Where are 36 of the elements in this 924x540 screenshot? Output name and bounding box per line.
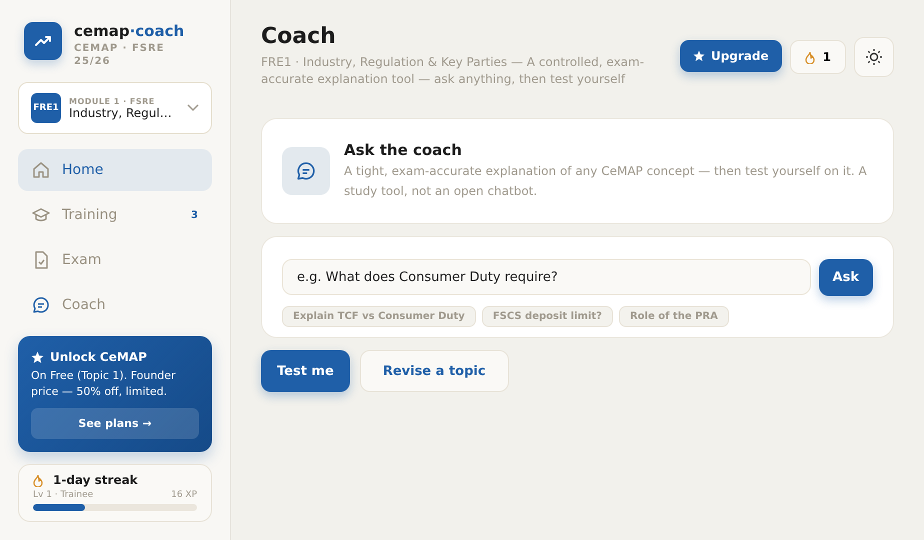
chevron-down-icon bbox=[187, 104, 199, 112]
module-value: Industry, Regul… bbox=[69, 106, 173, 120]
promo-text: On Free (Topic 1). Founder price — 50% off, limited. bbox=[31, 368, 177, 400]
star-icon bbox=[31, 350, 44, 364]
page-subtitle: FRE1 · Industry, Regulation & Key Parties — A controlled, exam-accurate explanation tool — ask anything, then test yourself bbox=[261, 54, 646, 88]
sun-icon bbox=[865, 48, 883, 66]
nav-item[interactable]: Training 3 bbox=[18, 194, 212, 236]
flame-icon bbox=[33, 474, 43, 486]
promo-title: Unlock CeMAP bbox=[50, 350, 147, 364]
intro-text: A tight, exam-accurate explanation of any CeMAP concept — then test yourself on it. A study tool, not an open chatbot. bbox=[344, 163, 868, 200]
ask-button[interactable]: Ask bbox=[818, 259, 873, 296]
chat-icon bbox=[282, 147, 330, 195]
xp-label: 16 XP bbox=[171, 490, 197, 500]
module-dropdown[interactable]: FRE1 MODULE 1 · FSRE Industry, Regul… bbox=[18, 82, 212, 134]
module-label: MODULE 1 · FSRE bbox=[69, 96, 156, 106]
streak-title: 1-day streak bbox=[53, 473, 138, 487]
chat-icon bbox=[32, 296, 50, 314]
brand-name: cemap·coach bbox=[74, 22, 184, 40]
theme-toggle-button[interactable] bbox=[854, 37, 894, 77]
question-input[interactable]: e.g. What does Consumer Duty require? bbox=[282, 259, 811, 295]
nav-item[interactable]: Home bbox=[18, 149, 212, 191]
intro-title: Ask the coach bbox=[344, 141, 463, 159]
graduation-cap-icon bbox=[32, 206, 50, 224]
star-icon bbox=[692, 50, 705, 62]
revise-topic-button[interactable]: Revise a topic bbox=[360, 350, 509, 392]
trend-logo-icon bbox=[24, 22, 62, 60]
streak-button[interactable]: 1 bbox=[790, 40, 846, 74]
brand-subtitle: CEMAP · FSRE 25/26 bbox=[74, 42, 166, 68]
page-title: Coach bbox=[261, 24, 337, 49]
level-label: Lv 1 · Trainee bbox=[33, 490, 94, 500]
module-badge: FRE1 bbox=[31, 93, 61, 123]
flame-icon bbox=[804, 50, 815, 64]
home-icon bbox=[32, 161, 50, 179]
upgrade-button[interactable]: Upgrade bbox=[680, 40, 782, 72]
test-me-button[interactable]: Test me bbox=[261, 350, 350, 392]
see-plans-button[interactable]: See plans → bbox=[31, 408, 199, 439]
